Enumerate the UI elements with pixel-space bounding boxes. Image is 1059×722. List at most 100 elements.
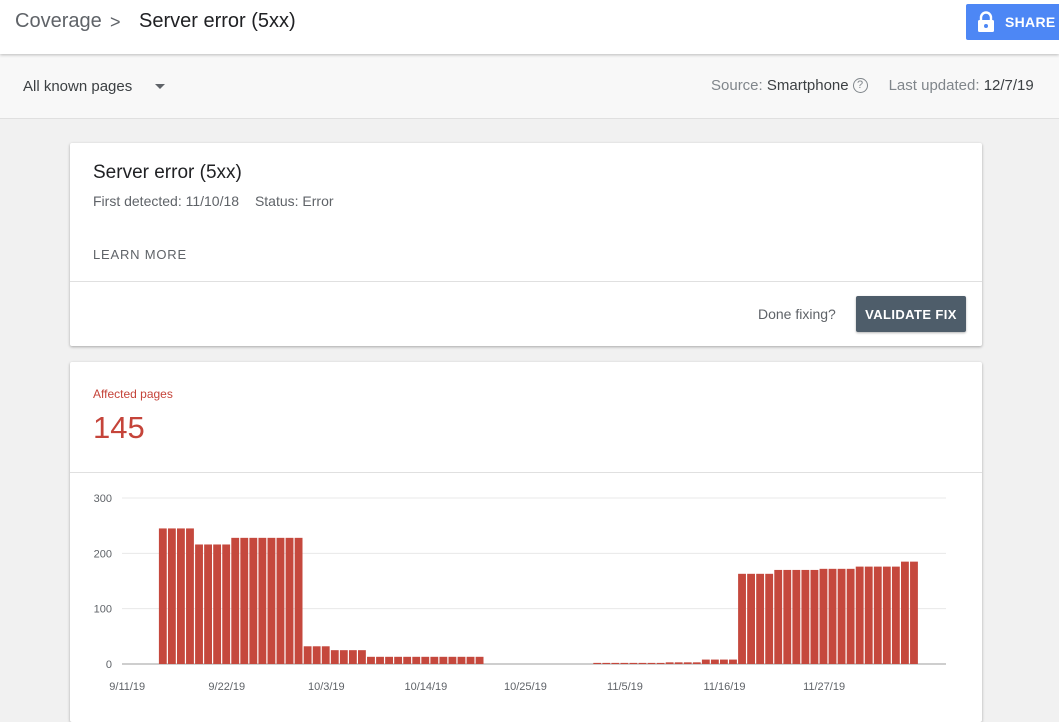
x-tick-label: 10/3/19	[308, 681, 345, 693]
chart-bar[interactable]	[729, 659, 737, 664]
chart-bar[interactable]	[801, 569, 810, 664]
chart-bar[interactable]	[204, 544, 212, 664]
chart-bar[interactable]	[312, 646, 321, 664]
chart-bar[interactable]	[303, 646, 312, 664]
chart-bar[interactable]	[403, 656, 412, 664]
chevron-right-icon: >	[110, 12, 121, 32]
chart-bar[interactable]	[710, 659, 719, 664]
chart-bar[interactable]	[430, 656, 439, 664]
chart-bar[interactable]	[394, 656, 403, 664]
chart-bar[interactable]	[810, 569, 819, 664]
filter-bar: All known pages Source: Smartphone ? Las…	[0, 54, 1059, 119]
chart-bar[interactable]	[873, 566, 882, 664]
chart-bar[interactable]	[258, 537, 267, 664]
chart-bar[interactable]	[747, 573, 755, 664]
updated-label: Last updated:	[888, 77, 980, 94]
chart-bar[interactable]	[837, 568, 846, 664]
chart-bar[interactable]	[213, 544, 222, 664]
chart-bar[interactable]	[367, 656, 375, 664]
page-title: Server error (5xx)	[139, 10, 296, 32]
lock-icon	[978, 11, 994, 32]
chart-bar[interactable]	[321, 646, 330, 664]
chart-bar[interactable]	[738, 573, 746, 664]
chart-bar[interactable]	[765, 573, 774, 664]
chart-bar[interactable]	[294, 537, 303, 664]
pages-filter-value: All known pages	[23, 78, 133, 95]
issue-card: Server error (5xx) First detected: 11/10…	[70, 143, 982, 346]
chart-bar[interactable]	[720, 659, 728, 664]
chart-bar[interactable]	[276, 537, 285, 664]
chart-bar[interactable]	[421, 656, 430, 664]
chart-bar[interactable]	[348, 650, 357, 664]
chart-bar[interactable]	[665, 662, 674, 664]
x-tick-label: 11/27/19	[803, 681, 845, 693]
x-tick-label: 9/11/19	[109, 681, 145, 693]
chart-bar[interactable]	[439, 656, 448, 664]
pages-filter-dropdown[interactable]: All known pages	[23, 78, 166, 95]
chart-bar[interactable]	[647, 662, 656, 664]
x-tick-label: 11/5/19	[607, 681, 643, 693]
chart-bar[interactable]	[620, 662, 629, 664]
chart-bar[interactable]	[475, 656, 484, 664]
chart-bar[interactable]	[882, 566, 891, 664]
chart-bar[interactable]	[385, 656, 393, 664]
chart-bar[interactable]	[466, 656, 475, 664]
breadcrumb-coverage[interactable]: Coverage	[15, 10, 102, 33]
chart-bar[interactable]	[855, 566, 864, 664]
share-label: SHARE	[1005, 14, 1056, 30]
chart-bar[interactable]	[593, 662, 602, 664]
affected-pages-chart: 0 100 200 300 9/11/19 9/22/19 10/3/19 10/14/19 1…	[94, 493, 946, 693]
dropdown-caret-icon	[155, 84, 166, 89]
chart-bar[interactable]	[611, 662, 620, 664]
chart-bar[interactable]	[774, 569, 783, 664]
chart-bar[interactable]	[846, 568, 855, 664]
help-icon[interactable]: ?	[852, 78, 868, 93]
validate-fix-button[interactable]: VALIDATE FIX	[856, 296, 966, 332]
chart-bar[interactable]	[692, 662, 701, 664]
chart-bar[interactable]	[167, 528, 176, 664]
chart-bar[interactable]	[330, 650, 339, 664]
chart-bar[interactable]	[285, 537, 294, 664]
x-tick-label: 10/25/19	[504, 681, 547, 693]
chart-bar[interactable]	[177, 528, 185, 664]
chart-bar[interactable]	[756, 573, 765, 664]
chart-bar[interactable]	[158, 528, 167, 664]
chart-bar[interactable]	[792, 569, 801, 664]
y-tick-label: 0	[106, 659, 112, 671]
chart-bar[interactable]	[448, 656, 457, 664]
chart-bar[interactable]	[240, 537, 249, 664]
learn-more-link[interactable]: LEARN MORE	[93, 247, 187, 262]
y-tick-label: 200	[94, 548, 112, 560]
chart-bar[interactable]	[783, 569, 792, 664]
chart-bar[interactable]	[195, 544, 203, 664]
chart-bar[interactable]	[358, 650, 366, 664]
chart-bar[interactable]	[819, 568, 828, 664]
y-tick-label: 300	[94, 493, 112, 505]
x-tick-label: 10/14/19	[404, 681, 447, 693]
chart-bar[interactable]	[656, 662, 665, 664]
chart-bar[interactable]	[629, 662, 638, 664]
chart-bar[interactable]	[412, 656, 421, 664]
chart-bar[interactable]	[910, 561, 918, 664]
done-fixing-label: Done fixing?	[758, 306, 836, 322]
chart-bar[interactable]	[683, 662, 692, 664]
chart-bar[interactable]	[376, 656, 384, 664]
share-button[interactable]: SHARE	[966, 4, 1059, 40]
chart-bar[interactable]	[901, 561, 909, 664]
chart-bar[interactable]	[828, 568, 837, 664]
source-label: Source:	[711, 77, 763, 94]
chart-bar[interactable]	[249, 537, 258, 664]
chart-bar[interactable]	[674, 662, 683, 664]
chart-bar[interactable]	[186, 528, 194, 664]
chart-bar[interactable]	[891, 566, 900, 664]
chart-bar[interactable]	[267, 537, 276, 664]
x-tick-label: 9/22/19	[208, 681, 245, 693]
chart-bar[interactable]	[602, 662, 611, 664]
chart-bar[interactable]	[222, 544, 231, 664]
chart-bar[interactable]	[638, 662, 647, 664]
chart-bar[interactable]	[864, 566, 873, 664]
chart-bar[interactable]	[231, 537, 240, 664]
chart-bar[interactable]	[339, 650, 348, 664]
chart-bar[interactable]	[701, 659, 710, 664]
chart-bar[interactable]	[457, 656, 466, 664]
